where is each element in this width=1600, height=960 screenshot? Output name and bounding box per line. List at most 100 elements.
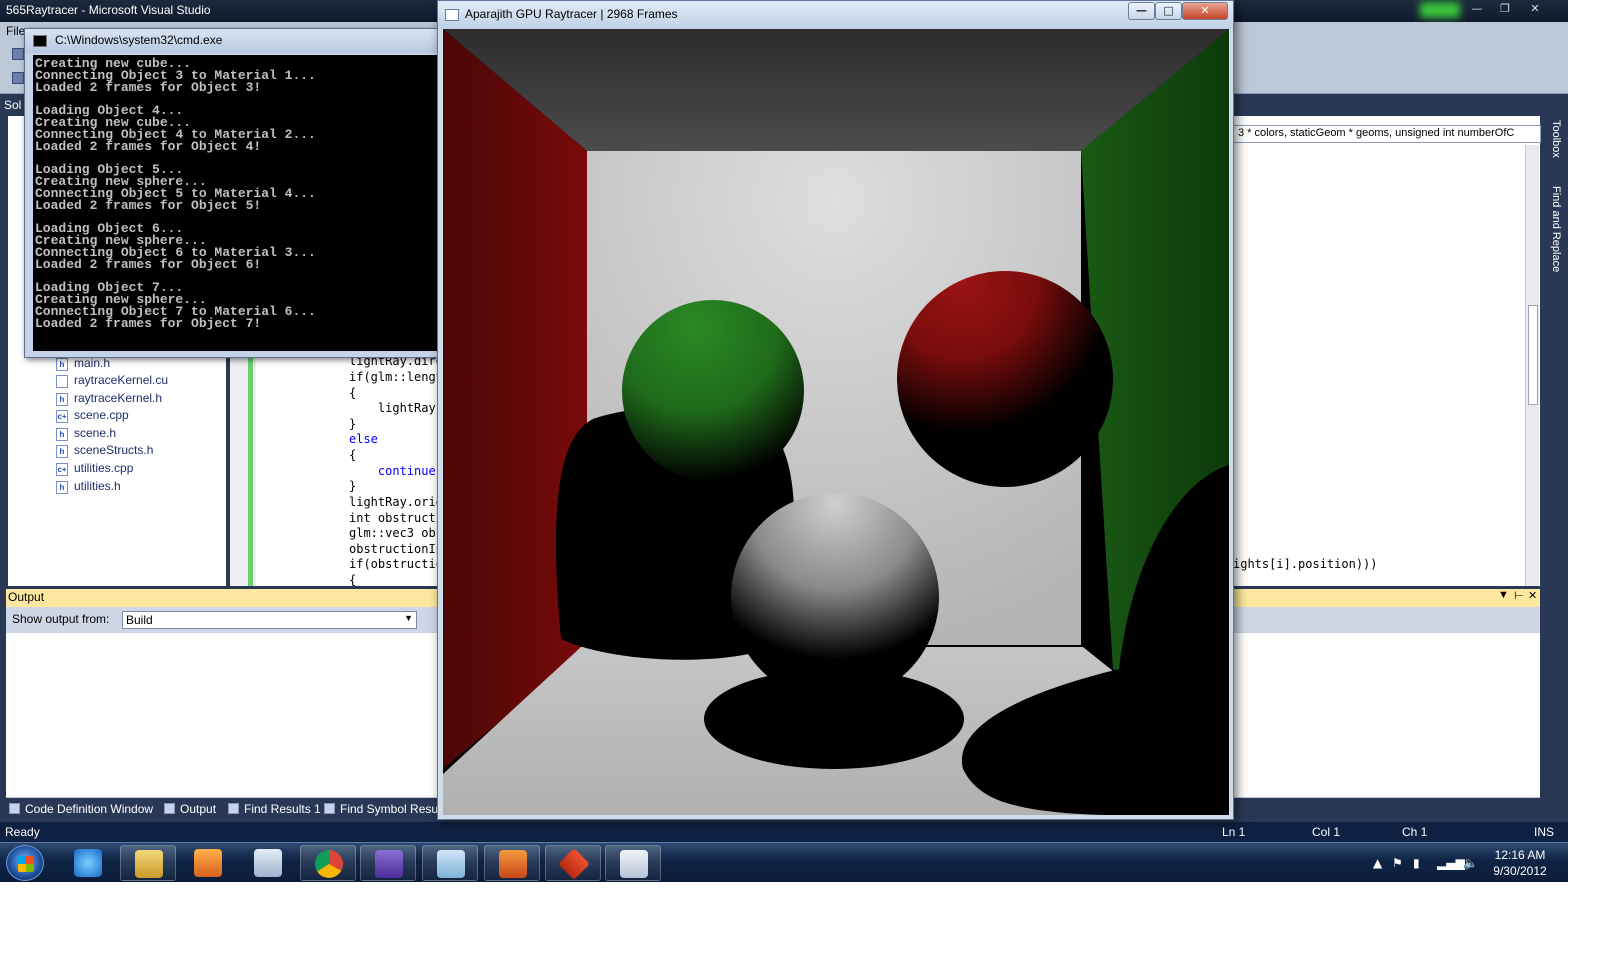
console-output[interactable]: Creating new cube... Connecting Object 3 … xyxy=(33,55,443,351)
taskbar-opengl[interactable] xyxy=(605,845,661,881)
console-line: Loaded 2 frames for Object 4! xyxy=(35,138,262,154)
maximize-button[interactable]: □ xyxy=(1155,2,1182,20)
taskbar-chrome[interactable] xyxy=(300,845,356,881)
code-line: { xyxy=(349,448,357,462)
console-line: Loaded 2 frames for Object 3! xyxy=(35,79,262,95)
show-output-from-select[interactable]: Build ▼ xyxy=(122,611,417,629)
cmd-window[interactable]: C:\Windows\system32\cmd.exe Creating new… xyxy=(24,28,443,358)
cmd-titlebar[interactable]: C:\Windows\system32\cmd.exe xyxy=(25,29,441,53)
taskbar-notepad[interactable] xyxy=(422,845,478,881)
power-icon[interactable]: ▮ xyxy=(1413,856,1420,870)
cpp-file-icon: c+ xyxy=(56,463,68,476)
rendered-scene xyxy=(443,29,1229,815)
tab-label: Find Results 1 xyxy=(244,802,321,816)
header-file-icon: h xyxy=(56,445,68,458)
calculator-icon xyxy=(254,849,282,877)
code-line: { xyxy=(349,573,357,587)
clock-date: 9/30/2012 xyxy=(1493,864,1547,878)
action-center-flag-icon[interactable]: ⚑ xyxy=(1392,856,1403,870)
dropdown-arrow-icon[interactable]: ▼ xyxy=(1498,589,1509,601)
volume-icon[interactable]: 🔈 xyxy=(1463,856,1478,870)
file-label: utilities.cpp xyxy=(74,461,134,475)
left-wall xyxy=(443,29,587,769)
render-viewport[interactable] xyxy=(443,29,1229,815)
raytracer-title: Aparajith GPU Raytracer | 2968 Frames xyxy=(465,7,678,21)
git-icon xyxy=(558,848,590,880)
status-column: Col 1 xyxy=(1312,825,1341,839)
file-label: raytraceKernel.cu xyxy=(74,373,169,387)
status-bar: Ready Ln 1 Col 1 Ch 1 INS xyxy=(0,822,1568,842)
notepad-icon xyxy=(437,850,465,878)
close-icon[interactable]: ✕ xyxy=(1528,589,1537,602)
file-label: utilities.h xyxy=(74,479,121,493)
scrollbar-thumb[interactable] xyxy=(1528,305,1538,405)
close-button[interactable]: ✕ xyxy=(1182,2,1228,20)
code-line: } xyxy=(349,417,357,431)
taskbar-calculator[interactable] xyxy=(240,845,296,881)
find-symbol-icon xyxy=(324,803,335,814)
code-definition-icon xyxy=(9,803,20,814)
code-line: continue; xyxy=(349,464,443,478)
taskbar-office[interactable] xyxy=(484,845,540,881)
show-hidden-icons-icon[interactable]: ▲ xyxy=(1373,856,1382,870)
vs-minimize-button[interactable]: — xyxy=(1464,1,1490,17)
raytracer-titlebar[interactable]: Aparajith GPU Raytracer | 2968 Frames — … xyxy=(438,1,1233,29)
header-file-icon: h xyxy=(56,358,68,371)
pin-icon[interactable]: ⊢ xyxy=(1514,589,1524,602)
minimize-button[interactable]: — xyxy=(1128,2,1155,20)
taskbar-git[interactable] xyxy=(545,845,601,881)
vs-close-button[interactable]: ✕ xyxy=(1522,1,1548,17)
tab-label: Output xyxy=(180,802,217,816)
network-signal-icon[interactable]: ▂▄▆ xyxy=(1437,856,1465,870)
tab-code-definition-window[interactable]: Code Definition Window xyxy=(9,802,153,816)
tab-find-symbol-results[interactable]: Find Symbol Resu xyxy=(324,802,438,816)
find-and-replace-tab[interactable]: Find and Replace xyxy=(1550,186,1562,272)
taskbar-visual-studio[interactable] xyxy=(360,845,416,881)
header-file-icon: h xyxy=(56,393,68,406)
menu-file[interactable]: File xyxy=(6,24,25,38)
open-icon[interactable] xyxy=(12,72,24,84)
console-icon xyxy=(33,35,47,47)
toolbox-tab[interactable]: Toolbox xyxy=(1550,120,1562,158)
taskbar-explorer[interactable] xyxy=(120,845,176,881)
media-player-icon xyxy=(194,849,222,877)
select-value: Build xyxy=(126,613,153,627)
new-project-icon[interactable] xyxy=(12,48,24,60)
taskbar-media-player[interactable] xyxy=(180,845,236,881)
code-line: if(glm::lengt xyxy=(349,370,443,384)
vs-restore-button[interactable]: ❐ xyxy=(1492,1,1518,17)
cuda-file-icon xyxy=(56,375,68,388)
explorer-icon xyxy=(135,850,163,878)
ie-icon xyxy=(74,849,102,877)
code-line: obstructionIn xyxy=(349,542,443,556)
system-clock[interactable]: 12:16 AM 9/30/2012 xyxy=(1480,847,1560,879)
tab-output[interactable]: Output xyxy=(164,802,216,816)
visual-studio-icon xyxy=(375,850,403,878)
clock-time: 12:16 AM xyxy=(1494,848,1546,862)
show-output-from-label: Show output from: xyxy=(12,612,110,626)
status-ready: Ready xyxy=(5,825,40,839)
output-panel-title: Output xyxy=(8,590,45,604)
taskbar-ie[interactable] xyxy=(60,845,116,881)
office-icon xyxy=(499,850,527,878)
taskbar-glow xyxy=(1420,2,1460,18)
windows-taskbar: ▲ ⚑ ▮ ▂▄▆ 🔈 12:16 AM 9/30/2012 xyxy=(0,842,1568,882)
status-insert-mode: INS xyxy=(1534,825,1555,839)
editor-scrollbar[interactable] xyxy=(1525,145,1539,586)
member-navigation-dropdown[interactable]: 3 * colors, staticGeom * geoms, unsigned… xyxy=(1233,125,1541,143)
cmd-title: C:\Windows\system32\cmd.exe xyxy=(55,33,223,47)
cpp-file-icon: c+ xyxy=(56,410,68,423)
tab-find-results[interactable]: Find Results 1 xyxy=(228,802,321,816)
header-file-icon: h xyxy=(56,428,68,441)
status-char: Ch 1 xyxy=(1402,825,1428,839)
side-tool-strip: Toolbox Find and Replace xyxy=(1546,98,1568,588)
tab-label: Code Definition Window xyxy=(25,802,154,816)
start-button[interactable] xyxy=(6,845,44,881)
find-results-icon xyxy=(228,803,239,814)
code-line: lightRay. xyxy=(349,401,443,415)
code-line: else xyxy=(349,432,378,446)
status-line: Ln 1 xyxy=(1222,825,1246,839)
code-line: lightRay.orig xyxy=(349,495,443,509)
raytracer-window[interactable]: Aparajith GPU Raytracer | 2968 Frames — … xyxy=(437,0,1234,820)
code-line-fragment: ights[i].position))) xyxy=(1233,557,1378,571)
